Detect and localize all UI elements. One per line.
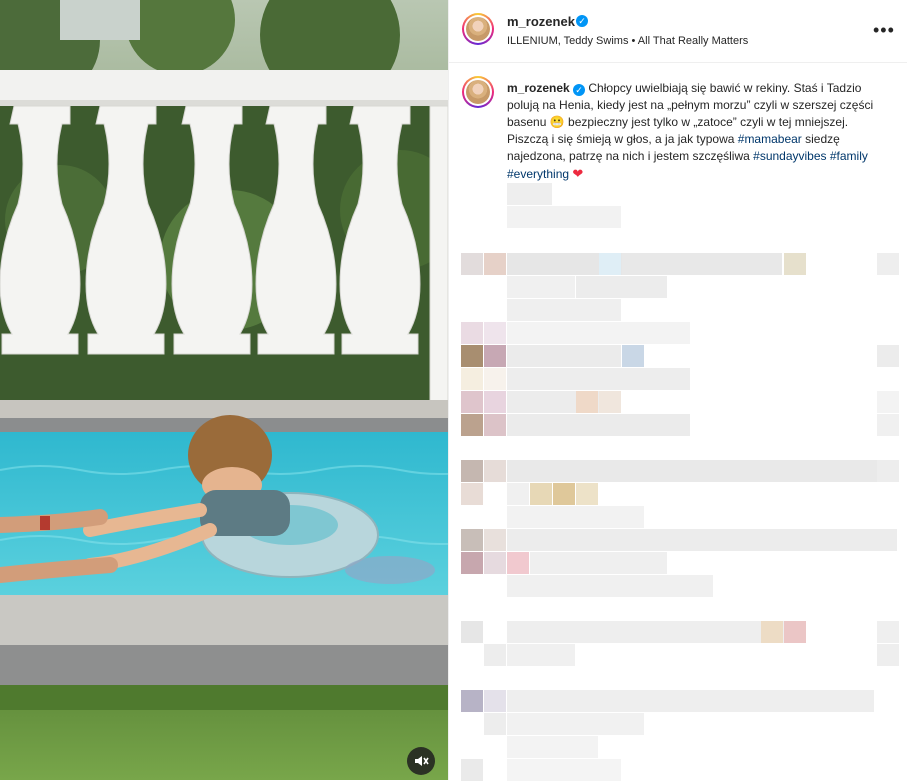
- pixel-block: [507, 322, 690, 344]
- pixel-block: [877, 253, 899, 275]
- heart-emoji: ❤: [572, 166, 584, 181]
- post-media[interactable]: [0, 0, 448, 780]
- post-details-panel: m_rozenek ✓ ILLENIUM, Teddy Swims • All …: [448, 0, 907, 781]
- pixel-block: [461, 414, 483, 436]
- pixel-block: [877, 621, 899, 643]
- pixel-block: [484, 414, 506, 436]
- pixel-block: [761, 621, 783, 643]
- pixel-block: [622, 345, 644, 367]
- pixel-block: [484, 322, 506, 344]
- pixel-block: [484, 690, 506, 712]
- pixel-block: [877, 644, 899, 666]
- pixel-block: [530, 552, 667, 574]
- verified-badge-icon: ✓: [576, 15, 588, 27]
- pixel-block: [484, 460, 506, 482]
- pixel-block: [784, 253, 806, 275]
- pixel-block: [877, 414, 899, 436]
- pixel-block: [461, 368, 483, 390]
- pixel-block: [507, 276, 575, 298]
- pixel-block: [484, 529, 506, 551]
- audio-attribution[interactable]: ILLENIUM, Teddy Swims • All That Really …: [507, 35, 748, 47]
- avatar[interactable]: [462, 13, 494, 45]
- pixel-block: [461, 621, 483, 643]
- pixel-block: [484, 391, 506, 413]
- pixel-block: [484, 552, 506, 574]
- pixel-block: [599, 253, 621, 275]
- pixel-block: [599, 391, 621, 413]
- pool-photo: [0, 0, 448, 780]
- pixel-block: [553, 483, 575, 505]
- pixel-block: [507, 529, 897, 551]
- pixel-block: [507, 736, 598, 758]
- post-caption: m_rozenek ✓ Chłopcy uwielbiają się bawić…: [507, 80, 887, 183]
- pixel-block: [576, 391, 598, 413]
- pixel-block: [507, 552, 529, 574]
- pixel-block: [461, 552, 483, 574]
- pixel-block: [484, 644, 506, 666]
- pixel-block: [507, 206, 621, 228]
- pixel-block: [461, 322, 483, 344]
- caption-avatar[interactable]: [462, 76, 494, 108]
- pixel-block: [461, 690, 483, 712]
- hashtag-family[interactable]: #family: [830, 149, 868, 163]
- pixel-block: [877, 345, 899, 367]
- pixel-block: [507, 299, 621, 321]
- pixel-block: [484, 713, 506, 735]
- pixel-block: [622, 253, 782, 275]
- post-header: m_rozenek ✓ ILLENIUM, Teddy Swims • All …: [449, 0, 907, 63]
- grimace-emoji: 😬: [549, 115, 565, 129]
- pixel-block: [507, 483, 529, 505]
- pixel-block: [461, 759, 483, 781]
- pixel-block: [576, 276, 667, 298]
- pixel-block: [461, 253, 483, 275]
- pixel-block: [461, 483, 483, 505]
- caption-verified-icon: ✓: [573, 84, 586, 96]
- pixel-block: [507, 414, 690, 436]
- hashtag-everything[interactable]: #everything: [507, 167, 569, 181]
- pixel-block: [484, 368, 506, 390]
- hashtag-sundayvibes[interactable]: #sundayvibes: [753, 149, 826, 163]
- pixel-block: [784, 621, 806, 643]
- pixel-block: [507, 644, 575, 666]
- caption-username[interactable]: m_rozenek: [507, 81, 570, 95]
- pixel-block: [461, 391, 483, 413]
- pixel-block: [507, 759, 621, 781]
- hashtag-mamabear[interactable]: #mamabear: [738, 132, 802, 146]
- pixel-block: [507, 345, 621, 367]
- pixel-block: [507, 690, 874, 712]
- pixel-block: [484, 345, 506, 367]
- pixel-block: [461, 460, 483, 482]
- pixel-block: [507, 506, 644, 528]
- speaker-muted-icon: [415, 756, 429, 766]
- pixel-block: [877, 391, 899, 413]
- pixel-block: [507, 183, 552, 205]
- pixel-block: [507, 368, 690, 390]
- pixel-block: [461, 529, 483, 551]
- header-username[interactable]: m_rozenek: [507, 14, 575, 29]
- more-horizontal-icon[interactable]: •••: [873, 20, 895, 41]
- pixel-block: [507, 575, 713, 597]
- pixel-block: [877, 460, 899, 482]
- pixel-block: [507, 460, 897, 482]
- pixel-block: [484, 253, 506, 275]
- pixel-block: [530, 483, 552, 505]
- pixel-block: [507, 713, 644, 735]
- mute-toggle-button[interactable]: [407, 747, 435, 775]
- pixel-block: [576, 483, 598, 505]
- pixel-block: [461, 345, 483, 367]
